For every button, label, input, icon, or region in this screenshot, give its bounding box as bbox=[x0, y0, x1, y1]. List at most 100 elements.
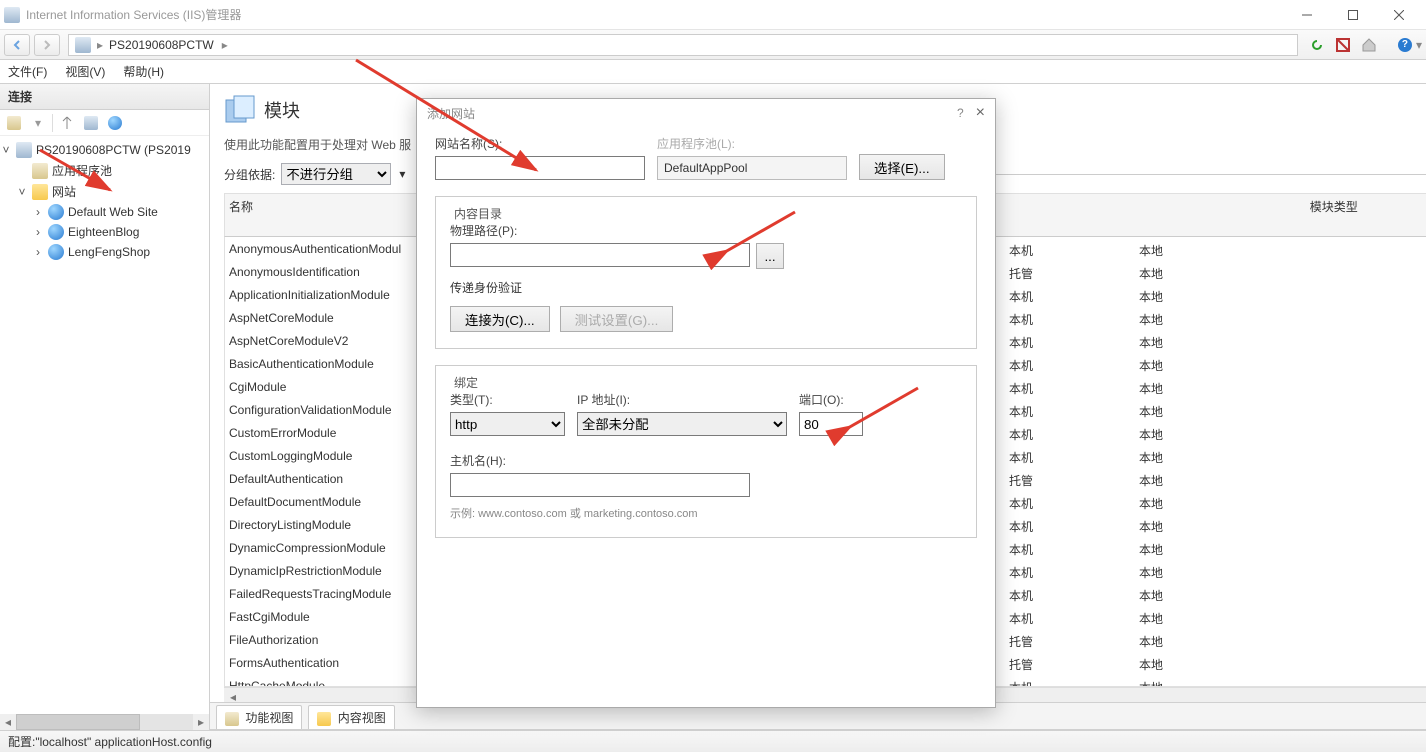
tree-toggle-icon[interactable]: ˅ bbox=[0, 143, 12, 157]
tree-site-default[interactable]: › Default Web Site bbox=[32, 202, 209, 222]
app-pool-label: 应用程序池(L): bbox=[657, 135, 847, 152]
module-entry-type: 本地 bbox=[1139, 633, 1219, 650]
module-entry-type: 本地 bbox=[1139, 564, 1219, 581]
module-type: 本机 bbox=[1009, 679, 1139, 687]
tree-toggle-icon[interactable]: ˅ bbox=[16, 185, 28, 199]
ip-select[interactable]: 全部未分配 bbox=[577, 412, 787, 436]
tree-expand-icon[interactable]: › bbox=[32, 225, 44, 239]
breadcrumb[interactable]: ▸ PS20190608PCTW ▸ bbox=[68, 34, 1298, 56]
site-name-input[interactable] bbox=[435, 156, 645, 180]
scroll-right-icon[interactable]: ▸ bbox=[193, 715, 209, 729]
globe-icon bbox=[48, 244, 64, 260]
tree-sites[interactable]: ˅ 网站 bbox=[16, 181, 209, 202]
module-type: 本机 bbox=[1009, 564, 1139, 581]
breadcrumb-host: PS20190608PCTW bbox=[109, 38, 214, 52]
module-entry-type: 本地 bbox=[1139, 610, 1219, 627]
module-type: 托管 bbox=[1009, 265, 1139, 282]
tab-content-view[interactable]: 内容视图 bbox=[308, 705, 394, 729]
host-input[interactable] bbox=[450, 473, 750, 497]
port-input[interactable] bbox=[799, 412, 863, 436]
binding-legend: 绑定 bbox=[450, 374, 482, 391]
refresh-icon[interactable] bbox=[1306, 34, 1328, 56]
module-type: 本机 bbox=[1009, 495, 1139, 512]
module-type: 本机 bbox=[1009, 380, 1139, 397]
nav-bar: ▸ PS20190608PCTW ▸ ? ▾ bbox=[0, 30, 1426, 60]
menu-view[interactable]: 视图(V) bbox=[65, 63, 105, 80]
close-button[interactable] bbox=[1376, 0, 1422, 30]
type-select[interactable]: http bbox=[450, 412, 565, 436]
browse-path-button[interactable]: ... bbox=[756, 243, 784, 269]
connections-tree[interactable]: ˅ PS20190608PCTW (PS2019 应用程序池 ˅ 网站 › bbox=[0, 136, 209, 714]
server-icon bbox=[16, 142, 32, 158]
connect-as-button[interactable]: 连接为(C)... bbox=[450, 306, 550, 332]
site-name-label: 网站名称(S): bbox=[435, 135, 645, 152]
physical-path-label: 物理路径(P): bbox=[450, 222, 962, 239]
menu-file[interactable]: 文件(F) bbox=[8, 63, 47, 80]
app-pool-value: DefaultAppPool bbox=[657, 156, 847, 180]
module-type: 本机 bbox=[1009, 334, 1139, 351]
tree-expand-icon[interactable]: › bbox=[32, 245, 44, 259]
content-dir-legend: 内容目录 bbox=[450, 205, 506, 222]
module-entry-type: 本地 bbox=[1139, 265, 1219, 282]
module-entry-type: 本地 bbox=[1139, 426, 1219, 443]
passthrough-auth-label: 传递身份验证 bbox=[450, 279, 962, 296]
dialog-help-icon[interactable]: ? bbox=[957, 106, 964, 120]
module-type: 本机 bbox=[1009, 311, 1139, 328]
connections-tool-2[interactable]: ▾ bbox=[28, 113, 48, 133]
tree-sites-label: 网站 bbox=[52, 183, 76, 200]
tree-site-eighteen-label: EighteenBlog bbox=[68, 225, 139, 239]
page-title: 模块 bbox=[264, 97, 300, 123]
module-entry-type: 本地 bbox=[1139, 334, 1219, 351]
tab-feature-view[interactable]: 功能视图 bbox=[216, 705, 302, 729]
connections-tool-1[interactable] bbox=[4, 113, 24, 133]
tree-expand-icon[interactable]: › bbox=[32, 205, 44, 219]
scroll-left-icon[interactable]: ◂ bbox=[224, 690, 242, 703]
minimize-button[interactable] bbox=[1284, 0, 1330, 30]
connections-tool-4[interactable] bbox=[81, 113, 101, 133]
nav-forward-button[interactable] bbox=[34, 34, 60, 56]
module-entry-type: 本地 bbox=[1139, 357, 1219, 374]
globe-icon bbox=[48, 224, 64, 240]
host-icon bbox=[75, 37, 91, 53]
feature-view-icon bbox=[225, 712, 239, 726]
module-type: 本机 bbox=[1009, 587, 1139, 604]
dialog-title: 添加网站 bbox=[427, 105, 957, 122]
module-entry-type: 本地 bbox=[1139, 403, 1219, 420]
breadcrumb-arrow: ▸ bbox=[222, 38, 228, 52]
physical-path-input[interactable] bbox=[450, 243, 750, 267]
tree-app-pools[interactable]: 应用程序池 bbox=[16, 160, 209, 181]
help-icon[interactable]: ? bbox=[1394, 34, 1416, 56]
module-type: 托管 bbox=[1009, 472, 1139, 489]
scroll-left-icon[interactable]: ◂ bbox=[0, 715, 16, 729]
tree-h-scrollbar[interactable]: ◂ ▸ bbox=[0, 714, 209, 730]
tree-site-eighteen[interactable]: › EighteenBlog bbox=[32, 222, 209, 242]
group-by-select[interactable]: 不进行分组 bbox=[281, 163, 391, 185]
content-view-icon bbox=[317, 712, 331, 726]
app-icon bbox=[4, 7, 20, 23]
nav-back-button[interactable] bbox=[4, 34, 30, 56]
tree-root[interactable]: ˅ PS20190608PCTW (PS2019 bbox=[0, 140, 209, 160]
tree-site-lengfeng[interactable]: › LengFengShop bbox=[32, 242, 209, 262]
tab-content-label: 内容视图 bbox=[338, 711, 386, 725]
module-entry-type: 本地 bbox=[1139, 679, 1219, 687]
menu-help[interactable]: 帮助(H) bbox=[123, 63, 164, 80]
maximize-button[interactable] bbox=[1330, 0, 1376, 30]
tree-root-label: PS20190608PCTW (PS2019 bbox=[36, 143, 191, 157]
group-by-label: 分组依据: bbox=[224, 166, 275, 183]
module-type: 本机 bbox=[1009, 518, 1139, 535]
select-app-pool-button[interactable]: 选择(E)... bbox=[859, 154, 945, 180]
tree-site-lengfeng-label: LengFengShop bbox=[68, 245, 150, 259]
module-entry-type: 本地 bbox=[1139, 311, 1219, 328]
window-title: Internet Information Services (IIS)管理器 bbox=[26, 6, 1284, 23]
test-settings-button[interactable]: 测试设置(G)... bbox=[560, 306, 674, 332]
connections-toolbar: ▾ bbox=[0, 110, 209, 136]
connections-tool-5[interactable] bbox=[105, 113, 125, 133]
host-label: 主机名(H): bbox=[450, 452, 750, 469]
connections-tool-3[interactable] bbox=[57, 113, 77, 133]
scroll-thumb[interactable] bbox=[16, 714, 140, 730]
dialog-close-icon[interactable]: × bbox=[976, 104, 985, 122]
window-titlebar: Internet Information Services (IIS)管理器 bbox=[0, 0, 1426, 30]
stop-icon[interactable] bbox=[1332, 34, 1354, 56]
home-icon[interactable] bbox=[1358, 34, 1380, 56]
col-module-type[interactable]: 模块类型 bbox=[1310, 198, 1426, 232]
